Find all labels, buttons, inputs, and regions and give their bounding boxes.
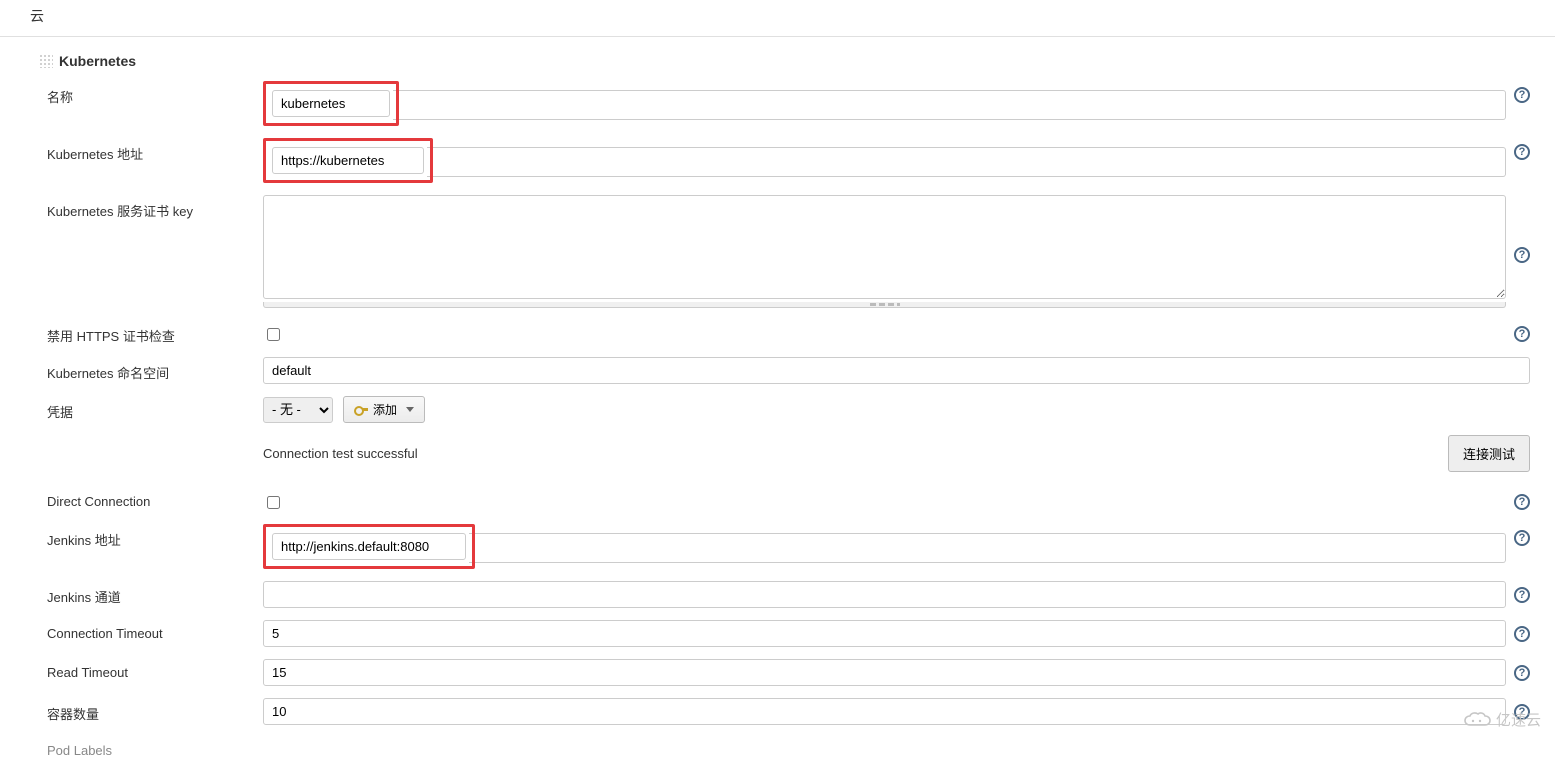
page-header: 云	[0, 0, 1555, 37]
help-icon[interactable]: ?	[1514, 587, 1530, 603]
help-icon[interactable]: ?	[1514, 530, 1530, 546]
label-cert-key: Kubernetes 服务证书 key	[25, 195, 263, 220]
highlight-box-name	[263, 81, 399, 126]
help-icon[interactable]: ?	[1514, 665, 1530, 681]
label-jenkins-tunnel: Jenkins 通道	[25, 581, 263, 606]
jenkins-url-input-extended[interactable]	[469, 533, 1506, 563]
label-name: 名称	[25, 81, 263, 106]
label-conn-timeout: Connection Timeout	[25, 620, 263, 641]
credentials-select[interactable]: - 无 -	[263, 397, 333, 423]
add-button-label: 添加	[373, 401, 397, 418]
help-icon[interactable]: ?	[1514, 87, 1530, 103]
help-icon[interactable]: ?	[1514, 704, 1530, 720]
label-read-timeout: Read Timeout	[25, 659, 263, 680]
help-icon[interactable]: ?	[1514, 626, 1530, 642]
jenkins-tunnel-input[interactable]	[263, 581, 1506, 608]
disable-https-checkbox[interactable]	[267, 328, 280, 341]
key-icon	[354, 405, 368, 415]
name-input[interactable]	[272, 90, 390, 117]
add-credentials-button[interactable]: 添加	[343, 396, 425, 423]
label-credentials: 凭据	[25, 396, 263, 421]
kube-url-input[interactable]	[272, 147, 424, 174]
chevron-down-icon	[406, 407, 414, 412]
connection-test-message: Connection test successful	[263, 446, 418, 461]
highlight-box-jenkins-url	[263, 524, 475, 569]
kube-url-input-extended[interactable]	[427, 147, 1506, 177]
drag-handle-icon[interactable]	[39, 54, 53, 68]
label-direct-connection: Direct Connection	[25, 488, 263, 509]
label-pod-labels: Pod Labels	[25, 737, 263, 758]
cert-key-textarea[interactable]	[263, 195, 1506, 299]
label-kube-url: Kubernetes 地址	[25, 138, 263, 163]
label-disable-https: 禁用 HTTPS 证书检查	[25, 320, 263, 345]
help-icon[interactable]: ?	[1514, 326, 1530, 342]
highlight-box-kube-url	[263, 138, 433, 183]
direct-connection-checkbox[interactable]	[267, 496, 280, 509]
cloud-config-section: Kubernetes 名称 ? Kubernetes 地址	[0, 37, 1555, 774]
help-icon[interactable]: ?	[1514, 247, 1530, 263]
textarea-resize-footer[interactable]	[263, 302, 1506, 308]
name-input-extended[interactable]	[393, 90, 1506, 120]
read-timeout-input[interactable]	[263, 659, 1506, 686]
label-jenkins-url: Jenkins 地址	[25, 524, 263, 549]
container-count-input[interactable]	[263, 698, 1506, 725]
label-container-count: 容器数量	[25, 698, 263, 723]
section-title: Kubernetes	[59, 53, 136, 69]
help-icon[interactable]: ?	[1514, 144, 1530, 160]
label-namespace: Kubernetes 命名空间	[25, 357, 263, 382]
conn-timeout-input[interactable]	[263, 620, 1506, 647]
connection-test-button[interactable]: 连接测试	[1448, 435, 1530, 472]
help-icon[interactable]: ?	[1514, 494, 1530, 510]
namespace-input[interactable]	[263, 357, 1530, 384]
jenkins-url-input[interactable]	[272, 533, 466, 560]
section-title-row: Kubernetes	[25, 47, 1530, 75]
